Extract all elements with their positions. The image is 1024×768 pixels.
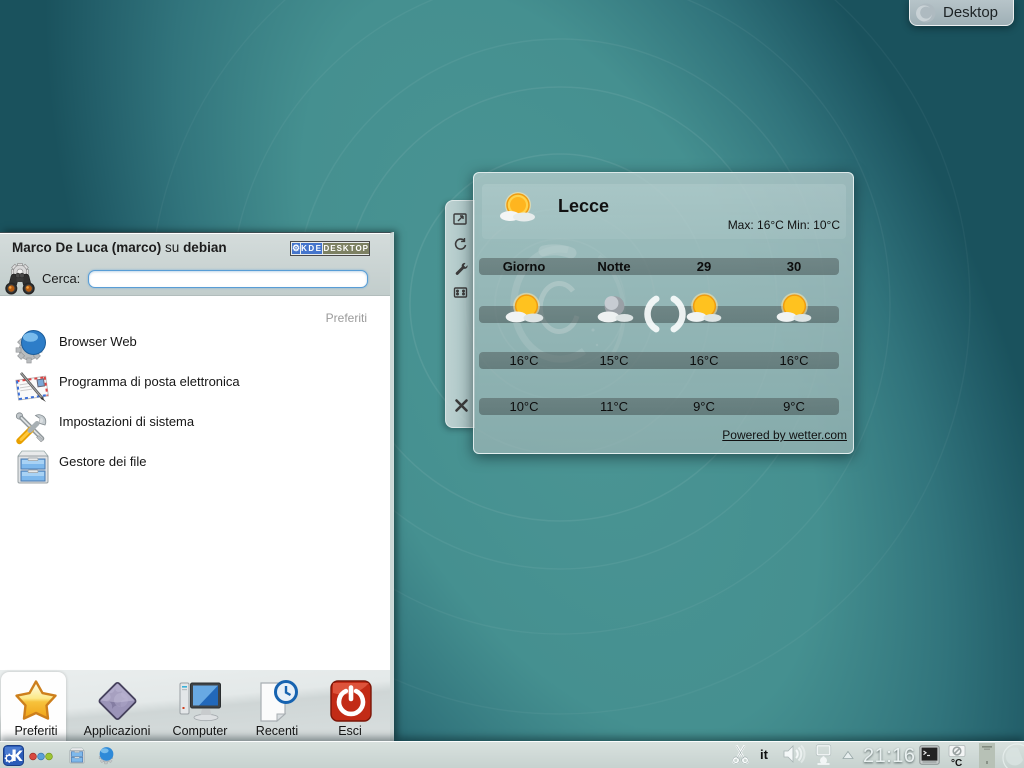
svg-text:°C: °C [951,758,962,767]
